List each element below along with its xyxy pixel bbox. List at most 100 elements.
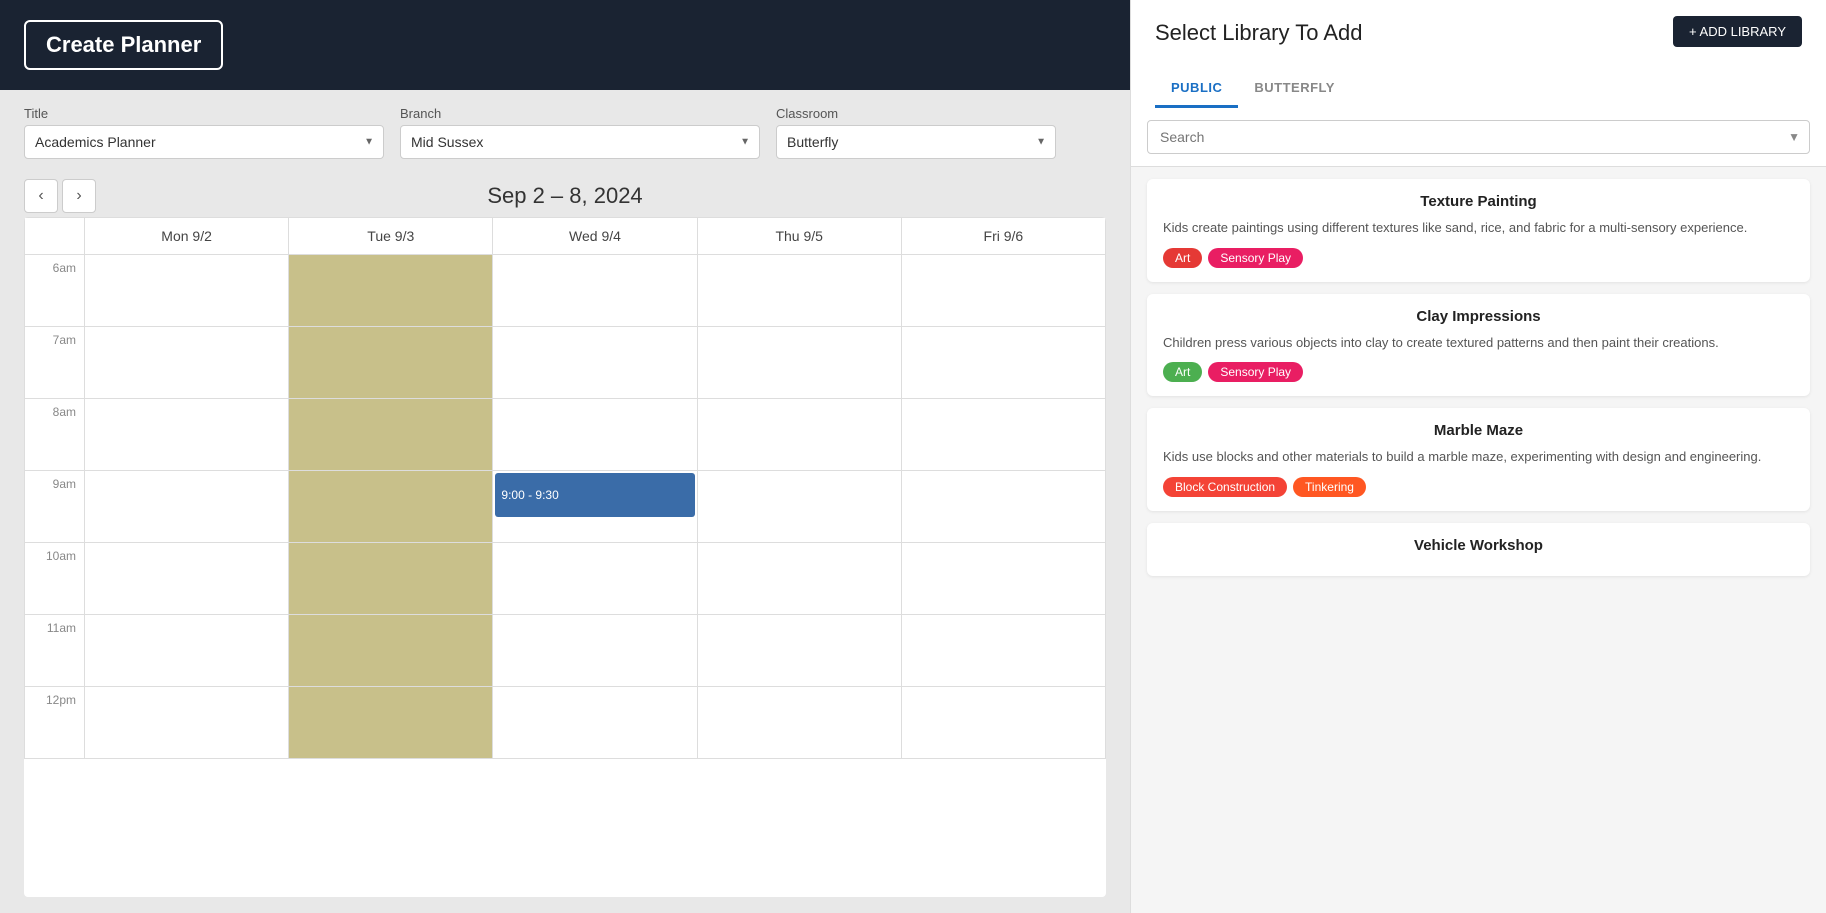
day-header-tue: Tue 9/3	[289, 218, 493, 255]
cell-tue-11am[interactable]	[289, 615, 493, 687]
cell-wed-12pm[interactable]	[493, 687, 697, 759]
branch-field-group: Branch Mid Sussex	[400, 106, 760, 159]
tag-art-2: Art	[1163, 362, 1202, 382]
cell-wed-9am[interactable]: 9:00 - 9:30	[493, 471, 697, 543]
calendar-container: Mon 9/2 Tue 9/3 Wed 9/4 Thu 9/5 Fri 9/6 …	[24, 217, 1106, 897]
cell-wed-6am[interactable]	[493, 255, 697, 327]
tab-public[interactable]: PUBLIC	[1155, 70, 1238, 108]
card-tags-marble-maze: Block Construction Tinkering	[1163, 477, 1794, 497]
cell-wed-8am[interactable]	[493, 399, 697, 471]
week-range-title: Sep 2 – 8, 2024	[487, 183, 642, 209]
prev-week-button[interactable]: ‹	[24, 179, 58, 213]
library-card-texture-painting[interactable]: Texture Painting Kids create paintings u…	[1147, 179, 1810, 282]
time-12pm: 12pm	[25, 687, 85, 759]
cell-fri-11am[interactable]	[902, 615, 1106, 687]
cell-fri-7am[interactable]	[902, 327, 1106, 399]
form-row: Title Academics Planner Branch Mid Susse…	[0, 90, 1130, 175]
branch-select[interactable]: Mid Sussex	[400, 125, 760, 159]
card-tags-clay-impressions: Art Sensory Play	[1163, 362, 1794, 382]
add-library-button[interactable]: + ADD LIBRARY	[1673, 16, 1802, 47]
cell-mon-9am[interactable]	[85, 471, 289, 543]
library-card-clay-impressions[interactable]: Clay Impressions Children press various …	[1147, 294, 1810, 397]
cell-fri-6am[interactable]	[902, 255, 1106, 327]
library-card-vehicle-workshop[interactable]: Vehicle Workshop	[1147, 523, 1810, 576]
cell-wed-10am[interactable]	[493, 543, 697, 615]
cell-thu-12pm[interactable]	[698, 687, 902, 759]
planner-panel: Create Planner Title Academics Planner B…	[0, 0, 1130, 913]
cell-mon-12pm[interactable]	[85, 687, 289, 759]
cell-fri-8am[interactable]	[902, 399, 1106, 471]
cell-mon-6am[interactable]	[85, 255, 289, 327]
next-week-button[interactable]: ›	[62, 179, 96, 213]
cell-thu-6am[interactable]	[698, 255, 902, 327]
classroom-label: Classroom	[776, 106, 1056, 121]
nav-buttons: ‹ ›	[24, 179, 96, 213]
cell-fri-12pm[interactable]	[902, 687, 1106, 759]
search-input[interactable]	[1147, 120, 1810, 154]
classroom-field-group: Classroom Butterfly	[776, 106, 1056, 159]
card-title-marble-maze: Marble Maze	[1163, 422, 1794, 439]
cell-thu-7am[interactable]	[698, 327, 902, 399]
time-8am: 8am	[25, 399, 85, 471]
card-title-texture-painting: Texture Painting	[1163, 193, 1794, 210]
tab-butterfly[interactable]: BUTTERFLY	[1238, 70, 1351, 108]
time-11am: 11am	[25, 615, 85, 687]
card-desc-texture-painting: Kids create paintings using different te…	[1163, 218, 1794, 238]
cell-tue-12pm[interactable]	[289, 687, 493, 759]
cell-thu-9am[interactable]	[698, 471, 902, 543]
tag-tinkering: Tinkering	[1293, 477, 1366, 497]
time-6am: 6am	[25, 255, 85, 327]
tag-sensory-2: Sensory Play	[1208, 362, 1303, 382]
library-card-marble-maze[interactable]: Marble Maze Kids use blocks and other ma…	[1147, 408, 1810, 511]
library-title: Select Library To Add	[1155, 20, 1363, 46]
day-header-wed: Wed 9/4	[493, 218, 697, 255]
cell-wed-7am[interactable]	[493, 327, 697, 399]
cell-wed-11am[interactable]	[493, 615, 697, 687]
library-list: Texture Painting Kids create paintings u…	[1131, 167, 1826, 913]
nav-row: ‹ › Sep 2 – 8, 2024	[0, 175, 1130, 217]
library-header: Select Library To Add + ADD LIBRARY PUBL…	[1131, 0, 1826, 108]
cell-tue-8am[interactable]	[289, 399, 493, 471]
cell-thu-8am[interactable]	[698, 399, 902, 471]
cell-mon-10am[interactable]	[85, 543, 289, 615]
time-header	[25, 218, 85, 255]
cell-thu-11am[interactable]	[698, 615, 902, 687]
tag-art-1: Art	[1163, 248, 1202, 268]
cell-thu-10am[interactable]	[698, 543, 902, 615]
card-title-vehicle-workshop: Vehicle Workshop	[1163, 537, 1794, 554]
title-select[interactable]: Academics Planner	[24, 125, 384, 159]
title-label: Title	[24, 106, 384, 121]
library-panel: Select Library To Add + ADD LIBRARY PUBL…	[1130, 0, 1826, 913]
day-header-thu: Thu 9/5	[698, 218, 902, 255]
time-10am: 10am	[25, 543, 85, 615]
cell-mon-11am[interactable]	[85, 615, 289, 687]
title-field-group: Title Academics Planner	[24, 106, 384, 159]
card-title-clay-impressions: Clay Impressions	[1163, 308, 1794, 325]
cell-tue-10am[interactable]	[289, 543, 493, 615]
search-wrapper: ▼	[1147, 120, 1810, 154]
cell-mon-7am[interactable]	[85, 327, 289, 399]
branch-label: Branch	[400, 106, 760, 121]
classroom-select[interactable]: Butterfly	[776, 125, 1056, 159]
planner-header: Create Planner	[0, 0, 1130, 90]
create-planner-button[interactable]: Create Planner	[24, 20, 223, 70]
card-tags-texture-painting: Art Sensory Play	[1163, 248, 1794, 268]
library-tabs: PUBLIC BUTTERFLY	[1155, 70, 1802, 108]
cell-tue-7am[interactable]	[289, 327, 493, 399]
cell-tue-9am[interactable]	[289, 471, 493, 543]
cell-tue-6am[interactable]	[289, 255, 493, 327]
day-header-fri: Fri 9/6	[902, 218, 1106, 255]
card-desc-clay-impressions: Children press various objects into clay…	[1163, 333, 1794, 353]
time-9am: 9am	[25, 471, 85, 543]
calendar-grid: Mon 9/2 Tue 9/3 Wed 9/4 Thu 9/5 Fri 9/6 …	[24, 217, 1106, 759]
card-desc-marble-maze: Kids use blocks and other materials to b…	[1163, 447, 1794, 467]
event-block-9am[interactable]: 9:00 - 9:30	[495, 473, 694, 517]
day-header-mon: Mon 9/2	[85, 218, 289, 255]
tag-block-construction: Block Construction	[1163, 477, 1287, 497]
search-dropdown-icon: ▼	[1788, 130, 1800, 144]
tag-sensory-1: Sensory Play	[1208, 248, 1303, 268]
cell-fri-9am[interactable]	[902, 471, 1106, 543]
cell-fri-10am[interactable]	[902, 543, 1106, 615]
time-7am: 7am	[25, 327, 85, 399]
cell-mon-8am[interactable]	[85, 399, 289, 471]
